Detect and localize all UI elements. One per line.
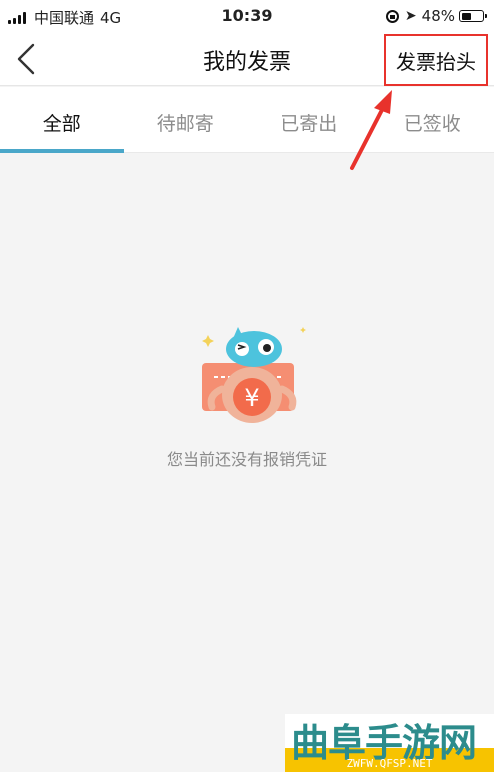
watermark-url: ZWFW.QFSP.NET [346,757,433,770]
nav-bar: 我的发票 发票抬头 [0,32,494,86]
battery-percent: 48% [421,7,455,25]
back-chevron-icon[interactable] [14,42,42,76]
battery-icon [459,10,487,22]
tab-all[interactable]: 全部 [0,87,124,153]
tab-pending-mail[interactable]: 待邮寄 [124,87,248,152]
mascot-receipt-icon: ¥ [202,327,306,423]
svg-text:¥: ¥ [244,384,259,412]
empty-message: 您当前还没有报销凭证 [166,450,327,469]
tab-bar: 全部 待邮寄 已寄出 已签收 [0,87,494,153]
location-arrow-icon: ➤ [404,8,417,24]
battery-fill [461,12,472,20]
status-right: ➤ 48% [385,7,487,25]
status-bar: 中国联通 4G 10:39 ➤ 48% [0,0,494,32]
empty-state: ¥ 您当前还没有报销凭证 [0,153,494,772]
invoice-header-button[interactable]: 发票抬头 [384,34,488,86]
watermark: 曲阜手游网 ZWFW.QFSP.NET [285,714,494,772]
orientation-lock-icon [385,9,399,23]
